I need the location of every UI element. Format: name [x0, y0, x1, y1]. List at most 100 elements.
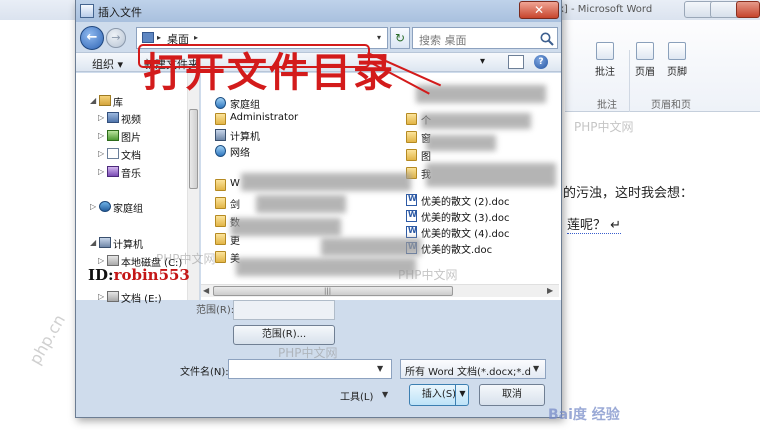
folder-icon: [215, 233, 226, 245]
views-button[interactable]: ▾: [480, 56, 485, 67]
author-id-stamp: ID:robin553: [88, 266, 190, 284]
library-icon: [99, 95, 111, 106]
redaction-blur: [241, 173, 411, 191]
tree-item-homegroup[interactable]: ▷ 家庭组: [76, 199, 186, 215]
watermark: PHP中文网: [156, 252, 216, 266]
search-icon: [540, 32, 554, 46]
homegroup-icon: [215, 97, 226, 109]
homegroup-icon: [99, 201, 111, 212]
insert-options-dropdown[interactable]: ▼: [455, 384, 469, 406]
range-input: [233, 300, 335, 320]
redaction-blur: [321, 238, 421, 256]
file-type-value: 所有 Word 文档(*.docx;*.doc: [405, 367, 531, 378]
redaction-blur: [256, 195, 346, 213]
search-placeholder: 搜索 桌面: [419, 34, 467, 47]
comment-button[interactable]: 批注: [595, 42, 615, 78]
documents-folder-icon: [107, 148, 119, 159]
doc-line: 的污浊，这时我会想：: [563, 186, 694, 201]
word-title: x] - Microsoft Word: [558, 4, 653, 15]
network-icon: [215, 145, 226, 157]
header-button[interactable]: 页眉: [635, 42, 655, 78]
folder-icon: [406, 113, 417, 125]
search-input[interactable]: 搜索 桌面: [412, 27, 558, 49]
word-doc-icon: [406, 194, 417, 206]
tree-item-computer[interactable]: ◢ 计算机: [76, 235, 186, 251]
watermark: PHP中文网: [574, 120, 634, 134]
cancel-button[interactable]: 取消: [479, 384, 545, 406]
id-prefix: ID:: [88, 266, 114, 284]
computer-icon: [99, 237, 111, 248]
redaction-blur: [231, 218, 341, 236]
file-pane-hscrollbar[interactable]: ◀ ||| ▶: [201, 284, 559, 297]
screenshot-stage: x] - Microsoft Word 批注 页眉 页脚 批注 页眉和页 的污浊…: [0, 0, 760, 430]
preview-pane-icon[interactable]: [508, 55, 524, 69]
insert-label: 插入(S): [421, 389, 457, 400]
redaction-blur: [426, 163, 556, 187]
range-button[interactable]: 范围(R)...: [233, 325, 335, 345]
scroll-left-arrow[interactable]: ◀: [203, 286, 209, 295]
tree-item-drive-e[interactable]: ▷ 文档 (E:): [76, 289, 186, 305]
file-type-select[interactable]: 所有 Word 文档(*.docx;*.doc ▼: [400, 359, 546, 379]
watermark: PHP中文网: [398, 268, 458, 282]
footer-button[interactable]: 页脚: [667, 42, 687, 78]
organize-button[interactable]: 组织 ▾: [92, 56, 123, 72]
folder-icon: [215, 197, 226, 209]
header-label: 页眉: [635, 67, 655, 78]
id-name: robin553: [113, 266, 190, 284]
nav-pane-scroll-thumb[interactable]: [189, 109, 198, 189]
comment-icon: [596, 42, 614, 60]
word-close-button[interactable]: [736, 1, 760, 18]
comment-label: 批注: [595, 67, 615, 78]
scroll-right-arrow[interactable]: ▶: [547, 286, 553, 295]
header-icon: [636, 42, 654, 60]
tools-button[interactable]: 工具(L): [340, 388, 373, 403]
tree-item-pictures[interactable]: ▷ 图片: [76, 128, 186, 144]
folder-icon: [215, 251, 226, 263]
drive-icon: [107, 255, 119, 266]
music-folder-icon: [107, 166, 119, 177]
folder-icon: [215, 215, 226, 227]
word-document[interactable]: 的污浊，这时我会想： 莲呢？ ↵: [563, 112, 760, 430]
chevron-down-icon[interactable]: ▼: [382, 390, 388, 399]
pictures-folder-icon: [107, 130, 119, 141]
folder-icon: [406, 149, 417, 161]
back-button[interactable]: ←: [80, 26, 104, 50]
chevron-down-icon: ▼: [533, 364, 540, 373]
folder-icon: [215, 179, 226, 191]
dialog-close-button[interactable]: ✕: [519, 1, 559, 19]
help-icon[interactable]: ?: [534, 55, 548, 69]
tree-item-music[interactable]: ▷ 音乐: [76, 164, 186, 180]
folder-icon: [406, 131, 417, 143]
redaction-blur: [416, 85, 546, 103]
tree-item-videos[interactable]: ▷ 视频: [76, 110, 186, 126]
hscroll-thumb[interactable]: |||: [213, 286, 453, 296]
user-folder-icon: [215, 113, 226, 125]
tree-item-documents[interactable]: ▷ 文档: [76, 146, 186, 162]
chevron-down-icon[interactable]: ▼: [377, 364, 383, 373]
dialog-app-icon: [80, 4, 94, 18]
doc-line: 莲呢？ ↵: [567, 214, 622, 234]
word-doc-icon: [406, 210, 417, 222]
watermark: PHP中文网: [278, 346, 338, 360]
computer-icon: [215, 129, 226, 141]
ribbon-group-comment: 批注: [597, 100, 617, 111]
dialog-titlebar[interactable]: 插入文件 ✕: [76, 0, 561, 22]
redaction-blur: [236, 258, 416, 276]
doc-line-text: 莲呢？ ↵: [567, 218, 622, 234]
range-label: 范围(R):: [196, 305, 235, 316]
drive-icon: [107, 291, 119, 302]
baidu-jingyan-logo: Bai度 经验: [548, 407, 620, 423]
word-ribbon: 批注 页眉 页脚 批注 页眉和页: [565, 20, 760, 126]
footer-icon: [668, 42, 686, 60]
redaction-blur: [421, 113, 531, 129]
redaction-blur: [426, 135, 496, 151]
footer-label: 页脚: [667, 67, 687, 78]
filename-label: 文件名(N):: [180, 367, 229, 378]
annotation-text: 打开文件目录: [143, 49, 395, 96]
dialog-title: 插入文件: [98, 6, 142, 19]
forward-button[interactable]: →: [106, 28, 126, 48]
filename-input[interactable]: ▼: [228, 359, 392, 379]
word-doc-icon: [406, 226, 417, 238]
ribbon-group-header-footer: 页眉和页: [651, 100, 691, 111]
video-folder-icon: [107, 112, 119, 123]
